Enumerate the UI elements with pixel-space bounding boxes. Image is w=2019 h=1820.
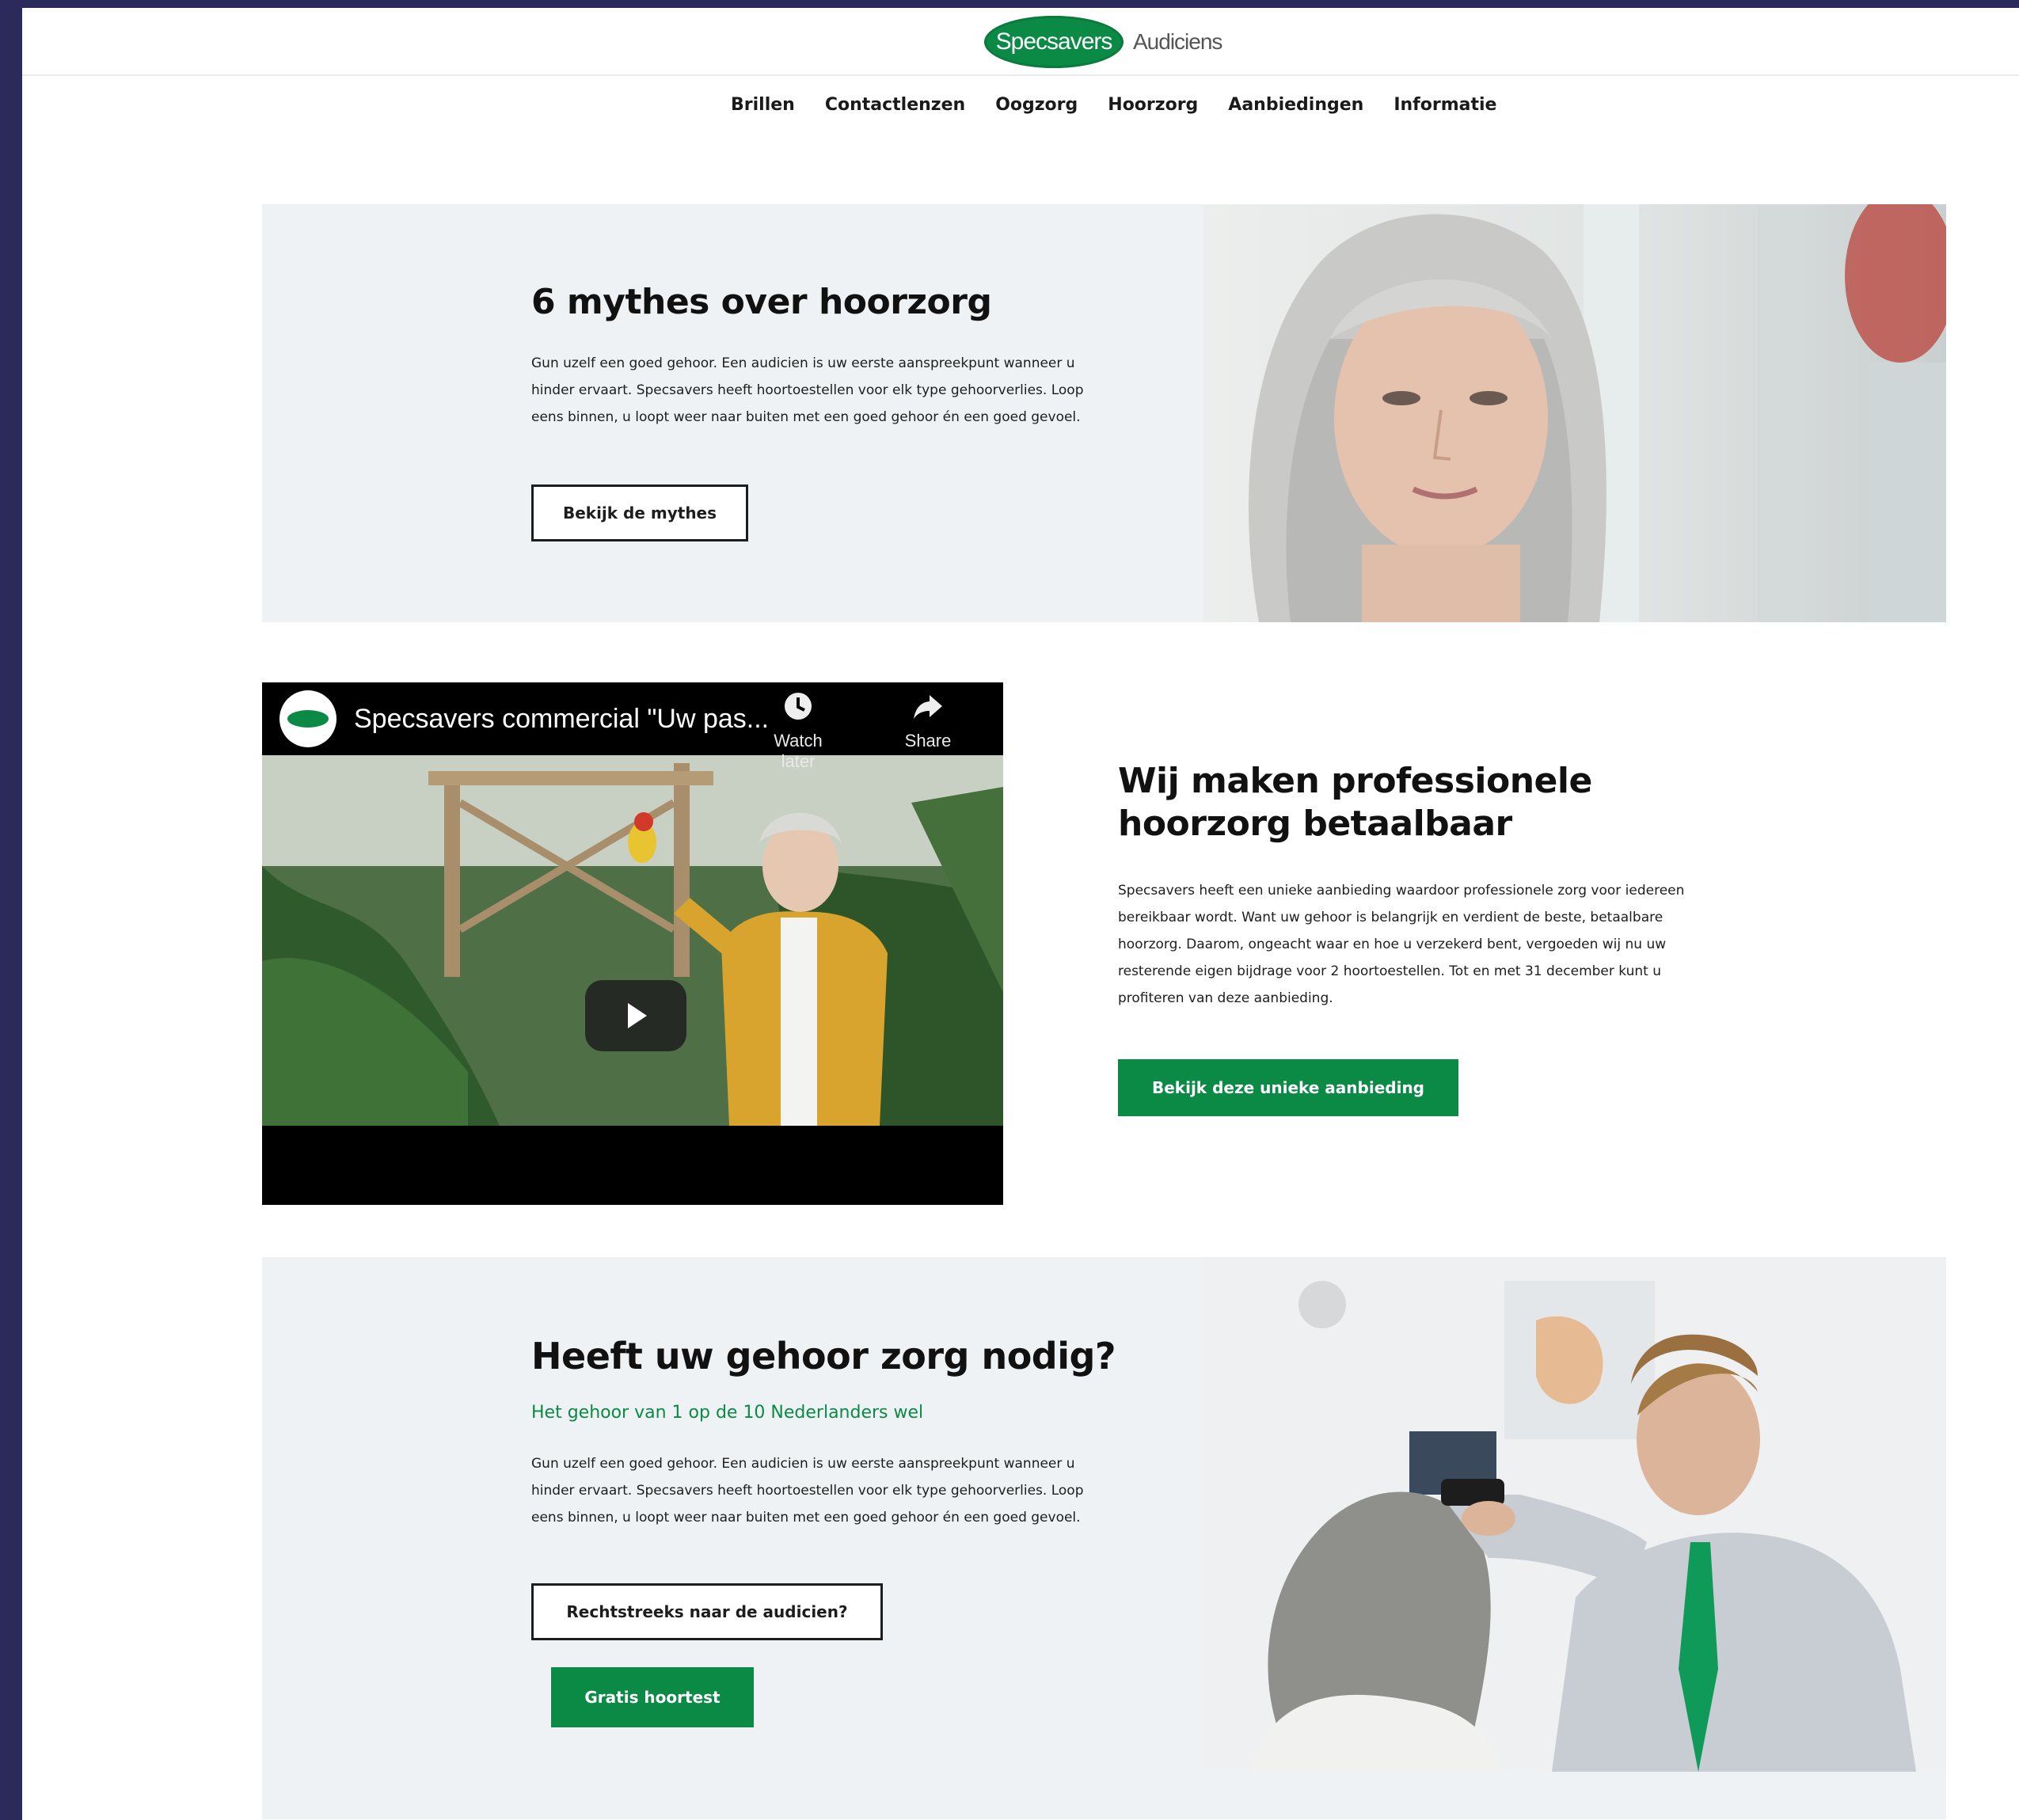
logo-pill: Specsavers xyxy=(984,16,1124,68)
betaalbaar-title-line1: Wij maken professionele xyxy=(1118,761,1592,801)
nav-item-brillen[interactable]: Brillen xyxy=(731,95,795,115)
gehoor-title: Heeft uw gehoor zorg nodig? xyxy=(531,1335,1116,1377)
mythes-body: Gun uzelf een goed gehoor. Een audicien … xyxy=(531,355,1084,425)
share-label: Share xyxy=(904,731,952,750)
nav-item-aanbiedingen[interactable]: Aanbiedingen xyxy=(1228,95,1363,115)
bekijk-aanbieding-button[interactable]: Bekijk deze unieke aanbieding xyxy=(1118,1059,1458,1116)
audicien-photo xyxy=(1203,1257,1946,1772)
watch-later-button[interactable]: Watch later xyxy=(755,690,842,772)
specsavers-logo[interactable]: Specsavers Audiciens xyxy=(984,14,1222,70)
nav-item-informatie[interactable]: Informatie xyxy=(1394,95,1496,115)
nav-item-hoorzorg[interactable]: Hoorzorg xyxy=(1108,95,1198,115)
watch-later-label: Watch later xyxy=(774,731,823,771)
nav-item-oogzorg[interactable]: Oogzorg xyxy=(995,95,1078,115)
channel-avatar[interactable] xyxy=(279,690,336,747)
gehoor-subtitle: Het gehoor van 1 op de 10 Nederlanders w… xyxy=(531,1403,924,1423)
page: Specsavers Audiciens Brillen Contactlenz… xyxy=(22,8,2019,1820)
logo-suffix: Audiciens xyxy=(1133,29,1222,54)
video-title[interactable]: Specsavers commercial "Uw pas... xyxy=(354,704,769,735)
mythes-title: 6 mythes over hoorzorg xyxy=(531,282,992,322)
woman-portrait-photo xyxy=(1203,204,1946,622)
nav-item-contactlenzen[interactable]: Contactlenzen xyxy=(825,95,965,115)
share-arrow-icon xyxy=(884,690,971,731)
play-icon xyxy=(628,1003,647,1028)
share-button[interactable]: Share xyxy=(884,690,971,772)
gehoor-body: Gun uzelf een goed gehoor. Een audicien … xyxy=(531,1456,1084,1526)
site-header: Specsavers Audiciens xyxy=(22,8,2019,76)
betaalbaar-title: Wij maken professionele hoorzorg betaalb… xyxy=(1118,760,1592,845)
bekijk-mythes-button[interactable]: Bekijk de mythes xyxy=(531,484,748,541)
betaalbaar-title-line2: hoorzorg betaalbaar xyxy=(1118,804,1512,844)
video-title-bar: Specsavers commercial "Uw pas... Watch l… xyxy=(262,682,1003,771)
clock-icon xyxy=(755,690,842,731)
video-thumbnail xyxy=(262,755,1003,1126)
betaalbaar-body: Specsavers heeft een unieke aanbieding w… xyxy=(1118,883,1685,1006)
rechtstreeks-audicien-button[interactable]: Rechtstreeks naar de audicien? xyxy=(531,1583,883,1640)
video-player[interactable]: Specsavers commercial "Uw pas... Watch l… xyxy=(262,682,1003,1205)
play-button[interactable] xyxy=(585,980,686,1051)
gratis-hoortest-button[interactable]: Gratis hoortest xyxy=(551,1667,754,1727)
